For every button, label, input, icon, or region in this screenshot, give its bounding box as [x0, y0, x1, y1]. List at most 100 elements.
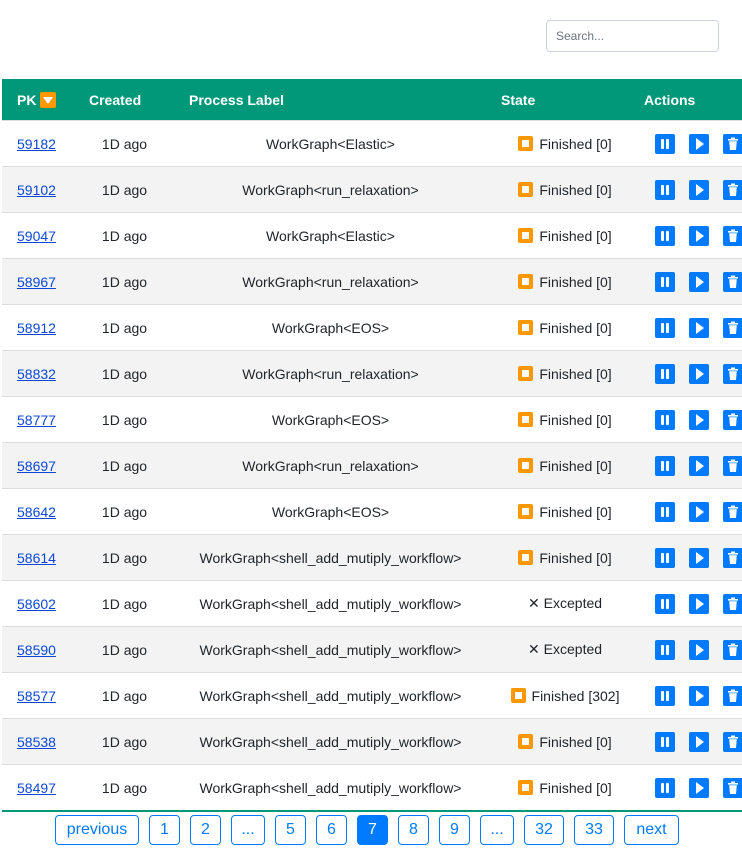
pk-link[interactable]: 58832	[17, 366, 56, 382]
trash-button[interactable]	[723, 363, 742, 384]
table-row[interactable]: 58832 1D ago WorkGraph<run_relaxation> Fini…	[2, 350, 742, 397]
pause-button[interactable]	[655, 777, 675, 798]
play-button[interactable]	[689, 501, 709, 522]
page-button-2[interactable]: 2	[190, 815, 221, 845]
pause-button[interactable]	[655, 731, 675, 752]
table-row[interactable]: 58497 1D ago WorkGraph<shell_add_mutiply_w…	[2, 764, 742, 812]
page-button-32[interactable]: 32	[524, 815, 564, 845]
table-row[interactable]: 58577 1D ago WorkGraph<shell_add_mutiply_w…	[2, 672, 742, 719]
trash-button[interactable]	[723, 179, 742, 200]
pause-button[interactable]	[655, 271, 675, 292]
page-button-8[interactable]: 8	[398, 815, 429, 845]
table-row[interactable]: 58912 1D ago WorkGraph<EOS> Finished [0]	[2, 304, 742, 351]
table-row[interactable]: 58642 1D ago WorkGraph<EOS> Finished [0]	[2, 488, 742, 535]
play-button[interactable]	[689, 179, 709, 200]
pause-button[interactable]	[655, 685, 675, 706]
trash-button[interactable]	[723, 409, 742, 430]
page-button-9[interactable]: 9	[439, 815, 470, 845]
play-button[interactable]	[689, 685, 709, 706]
page-button-33[interactable]: 33	[574, 815, 614, 845]
table-row[interactable]: 58590 1D ago WorkGraph<shell_add_mutiply_w…	[2, 626, 742, 673]
play-button[interactable]	[689, 731, 709, 752]
trash-button[interactable]	[723, 455, 742, 476]
play-button[interactable]	[689, 133, 709, 154]
trash-button[interactable]	[723, 731, 742, 752]
pk-link[interactable]: 58614	[17, 550, 56, 566]
play-button[interactable]	[689, 225, 709, 246]
pk-link[interactable]: 58577	[17, 688, 56, 704]
trash-button[interactable]	[723, 685, 742, 706]
pk-link[interactable]: 59047	[17, 228, 56, 244]
page-button-5[interactable]: 5	[275, 815, 306, 845]
trash-button[interactable]	[723, 547, 742, 568]
pk-link[interactable]: 58538	[17, 734, 56, 750]
table-row[interactable]: 58614 1D ago WorkGraph<shell_add_mutiply_w…	[2, 534, 742, 581]
pause-button[interactable]	[655, 225, 675, 246]
table-row[interactable]: 58967 1D ago WorkGraph<run_relaxation> Fini…	[2, 258, 742, 305]
created-cell: 1D ago	[87, 350, 174, 397]
trash-button[interactable]	[723, 271, 742, 292]
table-row[interactable]: 59102 1D ago WorkGraph<run_relaxation> Fini…	[2, 166, 742, 213]
play-button[interactable]	[689, 547, 709, 568]
pause-button[interactable]	[655, 179, 675, 200]
play-button[interactable]	[689, 317, 709, 338]
play-button[interactable]	[689, 271, 709, 292]
next-button[interactable]: next	[624, 815, 679, 845]
pk-link[interactable]: 58697	[17, 458, 56, 474]
pause-button[interactable]	[655, 133, 675, 154]
pk-link[interactable]: 58590	[17, 642, 56, 658]
finished-icon	[518, 135, 534, 151]
pk-link[interactable]: 58777	[17, 412, 56, 428]
finished-icon	[518, 503, 534, 519]
trash-button[interactable]	[723, 639, 742, 660]
play-button[interactable]	[689, 639, 709, 660]
table-row[interactable]: 58602 1D ago WorkGraph<shell_add_mutiply_w…	[2, 580, 742, 627]
pk-link[interactable]: 58967	[17, 274, 56, 290]
pk-link[interactable]: 59182	[17, 136, 56, 152]
pk-link[interactable]: 58602	[17, 596, 56, 612]
search-input[interactable]	[546, 20, 719, 52]
table-row[interactable]: 59047 1D ago WorkGraph<Elastic> Finished [0…	[2, 212, 742, 259]
state-text: Finished [0]	[539, 227, 612, 244]
table-row[interactable]: 58697 1D ago WorkGraph<run_relaxation> Fini…	[2, 442, 742, 489]
ellipsis-button[interactable]: ...	[480, 815, 514, 845]
pk-link[interactable]: 59102	[17, 182, 56, 198]
pause-button[interactable]	[655, 593, 675, 614]
pause-button[interactable]	[655, 363, 675, 384]
pk-link[interactable]: 58912	[17, 320, 56, 336]
sort-desc-icon[interactable]	[40, 91, 57, 108]
created-cell: 1D ago	[87, 304, 174, 351]
pause-button[interactable]	[655, 317, 675, 338]
state-cell: Finished [302]	[487, 672, 643, 719]
pause-button[interactable]	[655, 455, 675, 476]
pk-column-header[interactable]: PK	[2, 79, 87, 121]
trash-button[interactable]	[723, 777, 742, 798]
page-button-7[interactable]: 7	[357, 815, 388, 845]
ellipsis-button[interactable]: ...	[231, 815, 265, 845]
previous-button[interactable]: previous	[55, 815, 139, 845]
pk-link[interactable]: 58642	[17, 504, 56, 520]
table-row[interactable]: 59182 1D ago WorkGraph<Elastic> Finished [0…	[2, 120, 742, 167]
pause-button[interactable]	[655, 409, 675, 430]
created-cell: 1D ago	[87, 396, 174, 443]
trash-button[interactable]	[723, 501, 742, 522]
pause-button[interactable]	[655, 639, 675, 660]
pause-button[interactable]	[655, 501, 675, 522]
trash-button[interactable]	[723, 593, 742, 614]
play-button[interactable]	[689, 455, 709, 476]
trash-button[interactable]	[723, 225, 742, 246]
state-cell: Finished [0]	[487, 120, 643, 167]
play-button[interactable]	[689, 409, 709, 430]
pk-link[interactable]: 58497	[17, 780, 56, 796]
trash-button[interactable]	[723, 317, 742, 338]
play-button[interactable]	[689, 777, 709, 798]
page-button-6[interactable]: 6	[316, 815, 347, 845]
page-button-1[interactable]: 1	[149, 815, 180, 845]
table-row[interactable]: 58538 1D ago WorkGraph<shell_add_mutiply_w…	[2, 718, 742, 765]
play-button[interactable]	[689, 363, 709, 384]
trash-button[interactable]	[723, 133, 742, 154]
table-row[interactable]: 58777 1D ago WorkGraph<EOS> Finished [0]	[2, 396, 742, 443]
state-cell: Finished [0]	[487, 166, 643, 213]
pause-button[interactable]	[655, 547, 675, 568]
play-button[interactable]	[689, 593, 709, 614]
